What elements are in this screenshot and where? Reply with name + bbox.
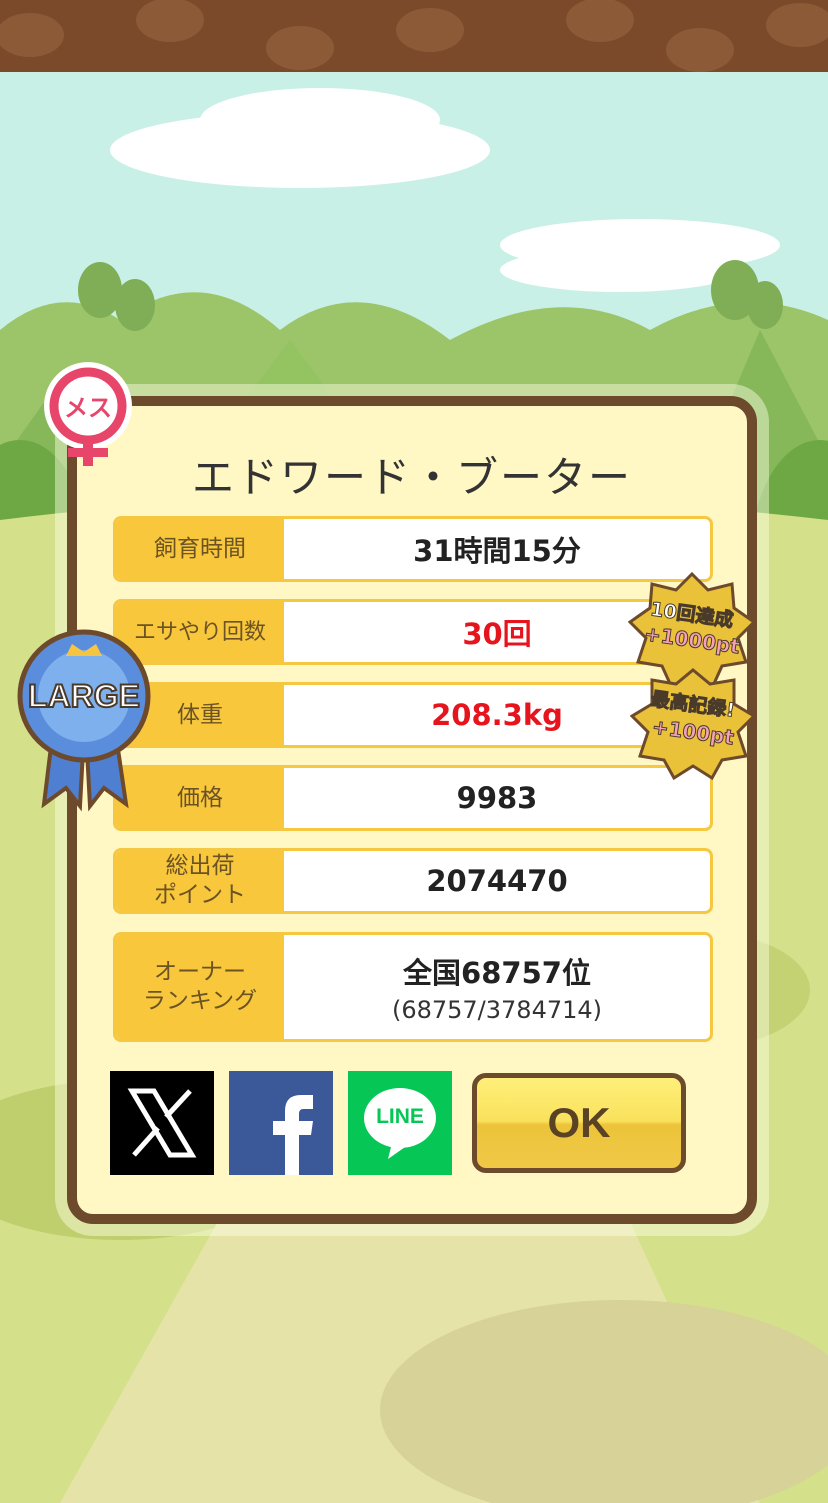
share-x-button[interactable] [110, 1071, 214, 1175]
size-ribbon: LARGE [14, 622, 154, 812]
share-facebook-button[interactable] [229, 1071, 333, 1175]
stat-label: オーナー ランキング [116, 935, 284, 1039]
stat-value: 31時間15分 [413, 534, 581, 568]
ribbon-label: LARGE [27, 677, 141, 715]
x-logo-icon [127, 1088, 197, 1158]
bean-pattern-icon [0, 0, 828, 72]
ribbon-icon [17, 629, 151, 812]
facebook-logo-icon [273, 1095, 313, 1175]
stat-row-weight: 体重 208.3kg [113, 682, 713, 748]
stat-value: 2074470 [426, 864, 568, 898]
result-panel: エドワード・ブーター 飼育時間 31時間15分 エサやり回数 30回 体重 20… [67, 396, 757, 1224]
stat-row-rearing-time: 飼育時間 31時間15分 [113, 516, 713, 582]
female-badge: メス [38, 362, 142, 474]
stat-label: 飼育時間 [116, 519, 284, 579]
pig-name-title: エドワード・ブーター [191, 453, 632, 502]
line-label: LINE [376, 1105, 424, 1128]
stat-row-owner-ranking: オーナー ランキング 全国68757位 (68757/3784714) [113, 932, 713, 1042]
ranking-value: 全国68757位 [403, 956, 591, 990]
award-badge-weight: 最高記録! +100pt [629, 668, 757, 781]
ok-button[interactable]: OK [472, 1073, 686, 1173]
stat-value-group: 全国68757位 (68757/3784714) [284, 935, 710, 1039]
stat-row-price: 価格 9983 [113, 765, 713, 831]
stat-row-feeding-count: エサやり回数 30回 [113, 599, 713, 665]
stat-label: 総出荷 ポイント [116, 851, 284, 911]
share-line-button[interactable]: LINE [348, 1071, 452, 1175]
top-pattern-bar [0, 0, 828, 72]
stat-row-shipping-points: 総出荷 ポイント 2074470 [113, 848, 713, 914]
female-label: メス [64, 394, 112, 422]
ranking-detail: (68757/3784714) [391, 996, 603, 1024]
